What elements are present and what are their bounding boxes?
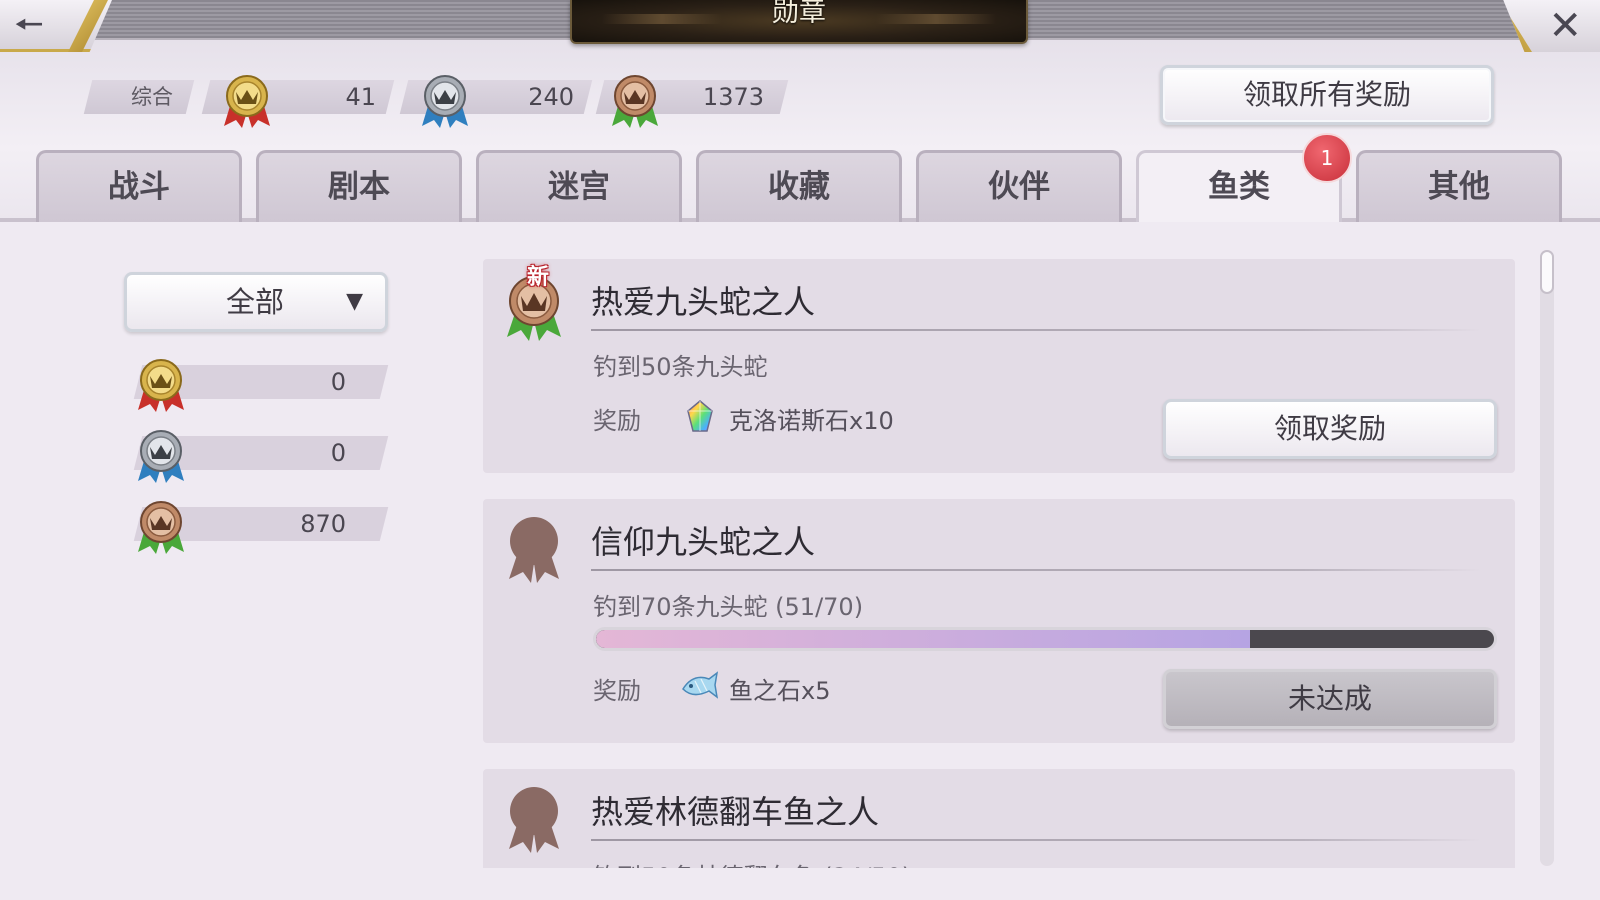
achievement-name: 信仰九头蛇之人: [591, 523, 816, 561]
tab-battle[interactable]: 战斗: [36, 150, 242, 222]
scrollbar[interactable]: [1540, 250, 1554, 866]
silver-medal-icon: [422, 75, 468, 128]
chronos-stone-icon: [687, 400, 713, 432]
list-bottom-edge: [0, 868, 1600, 900]
title-ornament-right: [876, 14, 996, 24]
back-arrow-icon: 🠔: [14, 5, 44, 45]
summary-bronze-count: 1373: [702, 83, 764, 111]
achievements-screen: 🠔 勋章 ✕ 综合 41 240 1373 领取所有奖励 战斗 剧本 迷宫 收藏…: [0, 0, 1600, 900]
summary-silver-count: 240: [528, 83, 574, 111]
title-plate: 勋章: [570, 0, 1028, 44]
divider: [591, 839, 1481, 841]
close-icon: ✕: [1548, 3, 1582, 49]
progress-fill: [596, 630, 1251, 648]
reward-label: 奖励: [593, 677, 641, 705]
claim-all-button[interactable]: 领取所有奖励: [1160, 65, 1494, 125]
achievement-name: 热爱九头蛇之人: [591, 283, 816, 321]
locked-medal-icon: [509, 787, 559, 853]
not-achieved-button[interactable]: 未达成: [1163, 669, 1497, 729]
notification-badge: 1: [1302, 133, 1352, 183]
achievement-card: 信仰九头蛇之人 钓到70条九头蛇 (51/70) 奖励 鱼之石x5 未达成: [483, 499, 1515, 743]
claim-reward-button[interactable]: 领取奖励: [1163, 399, 1497, 459]
achievement-description: 钓到50条九头蛇: [593, 353, 768, 381]
tab-labyrinth[interactable]: 迷宫: [476, 150, 682, 222]
fish-stone-icon: [682, 671, 719, 699]
filter-selected-value: 全部: [225, 285, 284, 319]
gold-medal-icon: [224, 75, 270, 128]
bronze-medal-icon: [612, 75, 658, 128]
filter-silver-count: 0: [330, 439, 346, 467]
reward-text: 克洛诺斯石x10: [729, 407, 894, 435]
tab-story[interactable]: 剧本: [256, 150, 462, 222]
achievement-name: 热爱林德翻车鱼之人: [591, 793, 880, 831]
tab-companion[interactable]: 伙伴: [916, 150, 1122, 222]
divider: [591, 329, 1481, 331]
silver-medal-icon: [138, 430, 184, 483]
title-ornament-left: [602, 14, 722, 24]
reward-label: 奖励: [593, 407, 641, 435]
gold-medal-icon: [138, 359, 184, 412]
divider: [591, 569, 1481, 571]
bronze-medal-icon: [138, 501, 184, 554]
achievement-description: 钓到70条九头蛇 (51/70): [593, 593, 864, 621]
locked-medal-icon: [509, 517, 559, 583]
reward-text: 鱼之石x5: [729, 677, 831, 705]
scrollbar-thumb[interactable]: [1540, 250, 1554, 294]
filter-gold-count: 0: [330, 368, 346, 396]
summary-label: 综合: [131, 85, 173, 109]
achievement-card: 新 热爱九头蛇之人 钓到50条九头蛇 奖励 克洛诺斯石x10 领取奖励: [483, 259, 1515, 473]
chevron-down-icon: ▼: [346, 289, 363, 314]
filter-bronze-count: 870: [300, 510, 346, 538]
progress-bar: [593, 627, 1497, 651]
medal-filter-dropdown[interactable]: 全部 ▼: [124, 272, 388, 332]
summary-gold-count: 41: [345, 83, 376, 111]
tab-other[interactable]: 其他: [1356, 150, 1562, 222]
tab-collection[interactable]: 收藏: [696, 150, 902, 222]
new-tag: 新: [527, 264, 550, 290]
page-title: 勋章: [772, 0, 826, 28]
